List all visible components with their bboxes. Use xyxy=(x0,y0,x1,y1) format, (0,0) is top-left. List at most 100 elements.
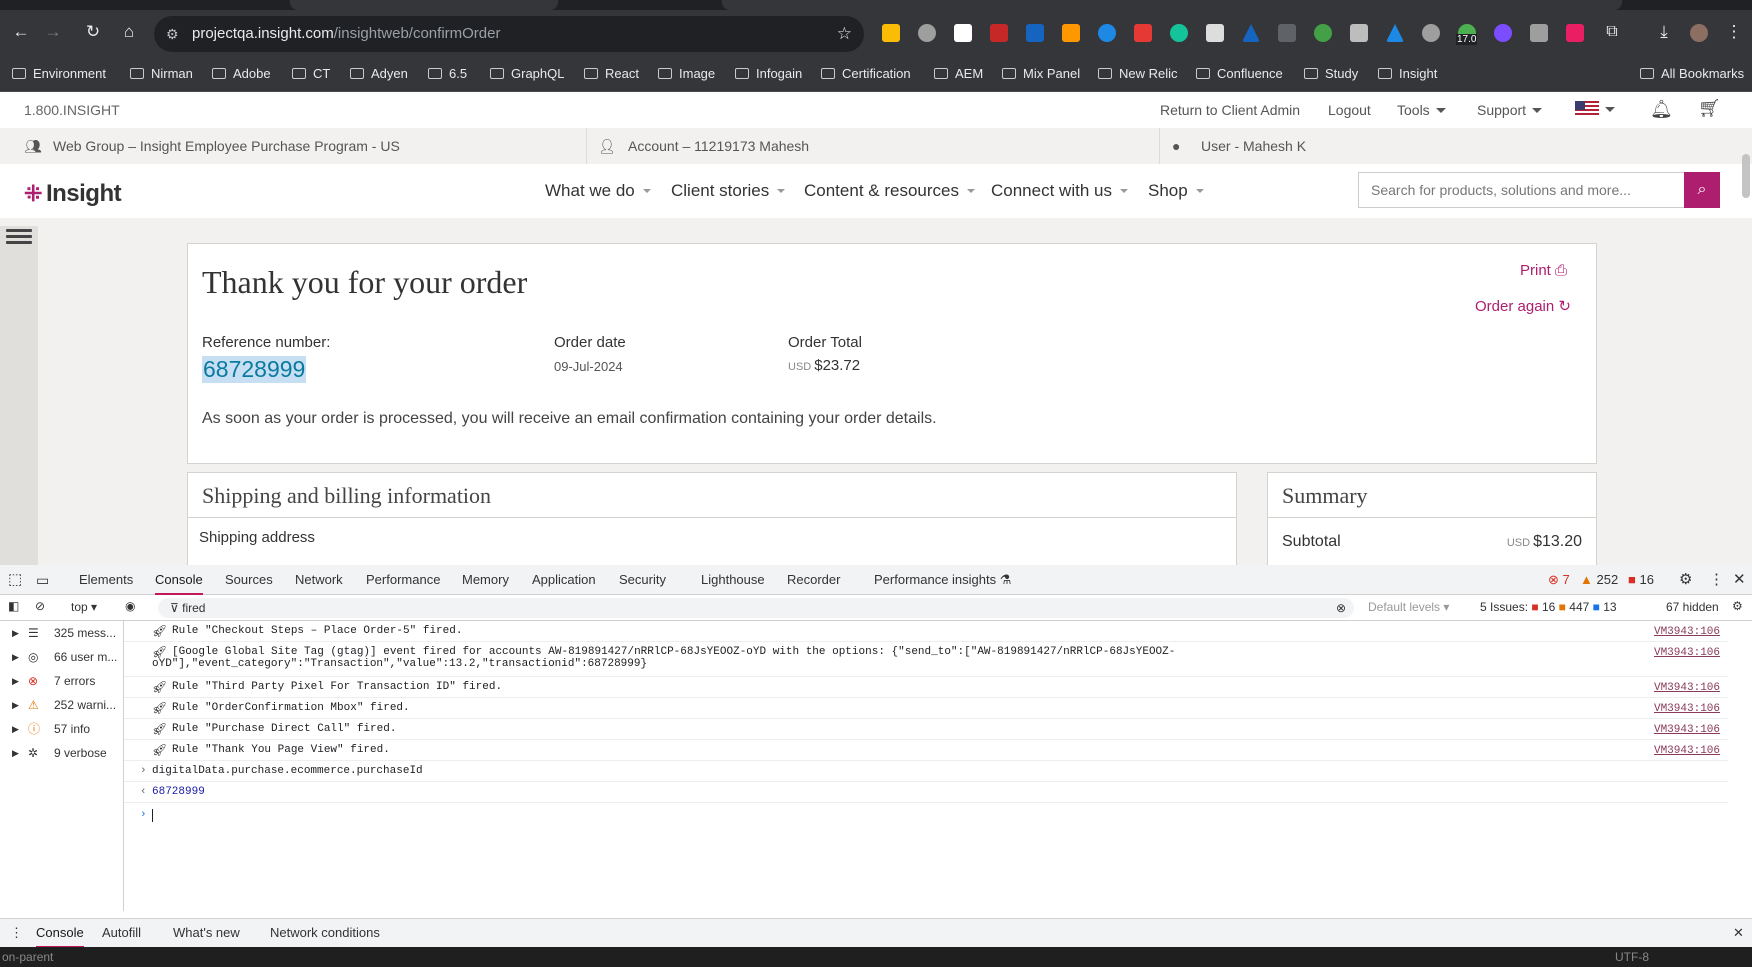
sidebar-item-user-messages[interactable]: ▶ ◎ 66 user m... xyxy=(0,645,124,669)
nav-what-we-do[interactable]: What we do xyxy=(545,181,651,201)
source-link[interactable]: VM3943:106 xyxy=(1654,745,1720,757)
source-link[interactable]: VM3943:106 xyxy=(1654,626,1720,638)
country-selector[interactable] xyxy=(1575,101,1615,117)
bookmark-folder[interactable]: Image xyxy=(658,56,715,92)
drawer-tab-network-conditions[interactable]: Network conditions xyxy=(270,925,380,940)
print-button[interactable]: Print ⎙ xyxy=(1520,262,1567,279)
tab-performance[interactable]: Performance xyxy=(366,565,440,595)
page-scrollbar[interactable] xyxy=(1742,154,1750,198)
sidebar-item-errors[interactable]: ▶ ⊗ 7 errors xyxy=(0,669,124,693)
account-label[interactable]: Account – 11219173 Mahesh xyxy=(628,128,809,164)
error-count[interactable]: ⊗ 7 xyxy=(1548,565,1570,595)
bookmark-folder[interactable]: 6.5 xyxy=(428,56,467,92)
extension-icon[interactable] xyxy=(1206,24,1224,42)
tab-console[interactable]: Console xyxy=(155,565,203,595)
bell-icon[interactable]: 🔔︎ xyxy=(1650,99,1673,120)
extension-icon[interactable] xyxy=(1134,24,1152,42)
console-filter-input[interactable]: ⊽ fired ⊗ xyxy=(158,598,1354,618)
log-entry[interactable]: 🚀︎ Rule "OrderConfirmation Mbox" fired. VM… xyxy=(124,698,1728,719)
tab-elements[interactable]: Elements xyxy=(79,565,133,595)
reload-icon[interactable]: ↻ xyxy=(83,22,103,42)
more-options-icon[interactable]: ⋮ xyxy=(1709,565,1724,595)
nav-client-stories[interactable]: Client stories xyxy=(671,181,786,201)
tools-menu[interactable]: Tools xyxy=(1397,102,1446,118)
console-result[interactable]: ‹ 68728999 xyxy=(124,782,1728,803)
tab-security[interactable]: Security xyxy=(619,565,666,595)
extension-icon[interactable] xyxy=(1098,24,1116,42)
extension-icon[interactable] xyxy=(882,24,900,42)
clear-console-icon[interactable]: ⊘ xyxy=(35,599,45,613)
forward-icon[interactable]: → xyxy=(43,22,63,42)
extensions-puzzle-icon[interactable]: ⧉ xyxy=(1602,22,1622,42)
extension-icon[interactable] xyxy=(1566,24,1584,42)
bookmark-folder[interactable]: Nirman xyxy=(130,56,193,92)
source-link[interactable]: VM3943:106 xyxy=(1654,703,1720,715)
browser-tab-active[interactable] xyxy=(722,0,1622,10)
grammarly-icon[interactable] xyxy=(1170,24,1188,42)
extension-icon[interactable] xyxy=(1062,24,1080,42)
bookmark-folder[interactable]: GraphQL xyxy=(490,56,564,92)
return-client-admin-link[interactable]: Return to Client Admin xyxy=(1160,102,1300,118)
chrome-menu-icon[interactable]: ⋮ xyxy=(1724,22,1744,42)
profile-avatar[interactable] xyxy=(1690,24,1708,42)
support-menu[interactable]: Support xyxy=(1477,102,1543,118)
extension-icon[interactable] xyxy=(1530,24,1548,42)
address-bar[interactable]: ⚙ projectqa.insight.com/insightweb/confi… xyxy=(154,16,864,52)
back-icon[interactable]: ← xyxy=(11,22,31,42)
sidebar-item-verbose[interactable]: ▶ ✲ 9 verbose xyxy=(0,741,124,765)
settings-gear-icon[interactable]: ⚙ xyxy=(1679,565,1692,595)
site-info-icon[interactable]: ⚙ xyxy=(166,16,179,52)
tab-sources[interactable]: Sources xyxy=(225,565,273,595)
console-settings-gear-icon[interactable]: ⚙ xyxy=(1732,599,1743,613)
clear-filter-icon[interactable]: ⊗ xyxy=(1336,598,1346,618)
source-link[interactable]: VM3943:106 xyxy=(1654,724,1720,736)
console-input-echo[interactable]: › digitalData.purchase.ecommerce.purchase… xyxy=(124,761,1728,782)
bookmark-folder[interactable]: AEM xyxy=(934,56,983,92)
bookmark-folder[interactable]: Study xyxy=(1304,56,1358,92)
drawer-tab-autofill[interactable]: Autofill xyxy=(102,925,141,940)
issues-count-badge[interactable]: ■ 16 xyxy=(1628,565,1654,595)
bookmark-folder[interactable]: CT xyxy=(292,56,330,92)
phone-number[interactable]: 1.800.INSIGHT xyxy=(24,102,120,118)
nav-connect-with-us[interactable]: Connect with us xyxy=(991,181,1128,201)
tab-application[interactable]: Application xyxy=(532,565,596,595)
log-entry[interactable]: 🚀︎ [Google Global Site Tag (gtag)] event … xyxy=(124,642,1728,677)
close-devtools-icon[interactable]: ✕ xyxy=(1733,565,1746,595)
source-link[interactable]: VM3943:106 xyxy=(1654,682,1720,694)
extension-icon[interactable] xyxy=(1386,24,1404,42)
tab-recorder[interactable]: Recorder xyxy=(787,565,840,595)
log-levels-dropdown[interactable]: Default levels ▾ xyxy=(1368,600,1449,614)
source-link[interactable]: VM3943:106 xyxy=(1654,647,1720,659)
extension-icon[interactable] xyxy=(1314,24,1332,42)
close-drawer-icon[interactable]: ✕ xyxy=(1733,925,1744,941)
tab-lighthouse[interactable]: Lighthouse xyxy=(701,565,765,595)
bookmark-folder[interactable]: Mix Panel xyxy=(1002,56,1080,92)
extension-icon[interactable] xyxy=(1242,24,1260,42)
all-bookmarks[interactable]: All Bookmarks xyxy=(1640,56,1744,92)
log-entry[interactable]: 🚀︎ Rule "Checkout Steps – Place Order-5" … xyxy=(124,621,1728,642)
device-toolbar-icon[interactable]: ▭ xyxy=(36,565,49,595)
cart-icon[interactable]: 🛒︎ xyxy=(1698,98,1721,119)
bookmark-folder[interactable]: Adobe xyxy=(212,56,271,92)
live-expression-eye-icon[interactable]: ◉ xyxy=(125,599,135,613)
tab-performance-insights[interactable]: Performance insights ⚗ xyxy=(874,565,1011,595)
sidebar-item-warnings[interactable]: ▶ ⚠ 252 warni... xyxy=(0,693,124,717)
user-label[interactable]: User - Mahesh K xyxy=(1201,128,1306,164)
sidebar-item-info[interactable]: ▶ ⓘ 57 info xyxy=(0,717,124,741)
bookmark-folder[interactable]: Infogain xyxy=(735,56,802,92)
extension-icon[interactable] xyxy=(1350,24,1368,42)
bookmark-folder[interactable]: Adyen xyxy=(350,56,408,92)
sidebar-toggle-icon[interactable]: ◧ xyxy=(8,599,19,613)
extension-b-icon[interactable] xyxy=(954,24,972,42)
log-entry[interactable]: 🚀︎ Rule "Purchase Direct Call" fired. VM39… xyxy=(124,719,1728,740)
hamburger-menu-icon[interactable] xyxy=(6,226,32,252)
download-icon[interactable]: ⤓ xyxy=(1654,22,1674,42)
issues-summary[interactable]: 5 Issues: ■ 16 ■ 447 ■ 13 xyxy=(1480,600,1617,614)
bookmark-folder[interactable]: Insight xyxy=(1378,56,1437,92)
logout-link[interactable]: Logout xyxy=(1328,102,1371,118)
bookmark-folder[interactable]: Confluence xyxy=(1196,56,1283,92)
home-icon[interactable]: ⌂ xyxy=(119,22,139,42)
camera-extension-icon[interactable] xyxy=(918,24,936,42)
extension-icon[interactable] xyxy=(1278,24,1296,42)
context-selector[interactable]: top ▾ xyxy=(71,600,97,614)
